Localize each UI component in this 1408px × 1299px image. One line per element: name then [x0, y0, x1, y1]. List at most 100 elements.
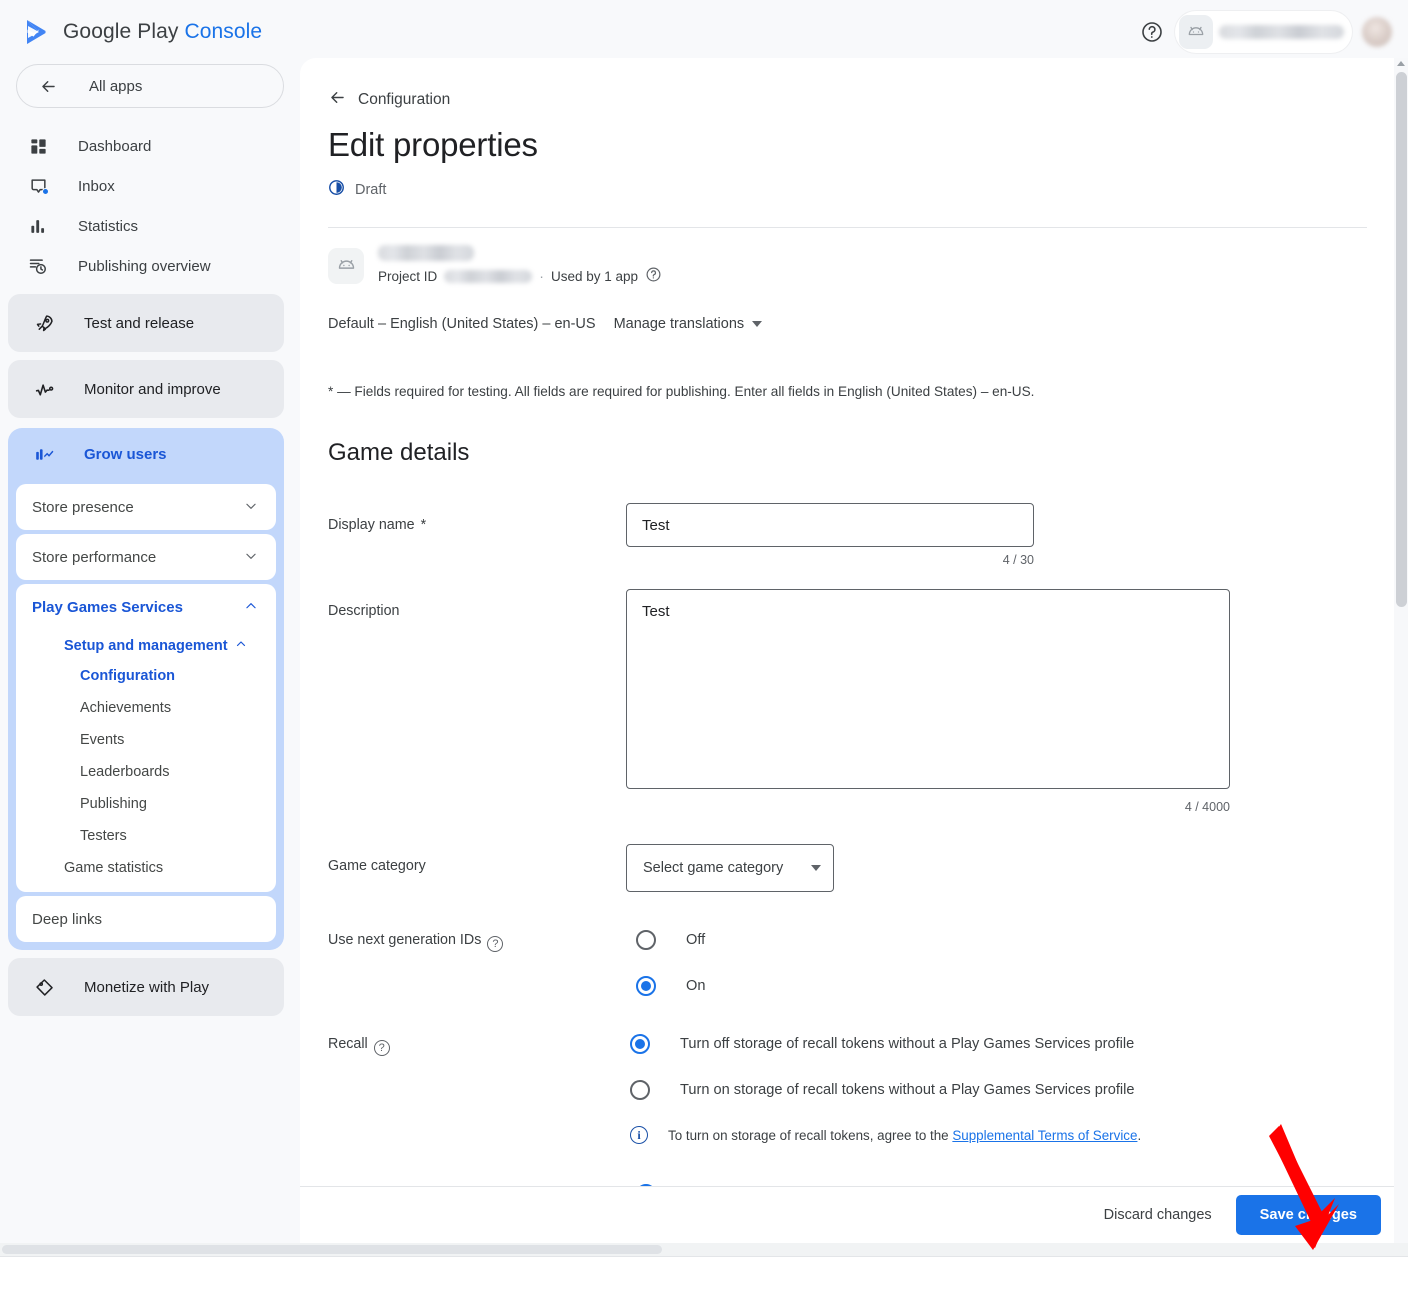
sidebar-item-label: Publishing overview — [78, 258, 211, 275]
info-circle-icon: i — [630, 1126, 648, 1144]
game-category-select[interactable]: Select game category — [626, 844, 834, 892]
sidebar-item-grow-users[interactable]: Grow users — [8, 428, 284, 480]
breadcrumb[interactable]: Configuration — [328, 88, 1395, 112]
horizontal-scrollbar-thumb[interactable] — [2, 1245, 662, 1254]
dot-separator: · — [539, 268, 544, 284]
sidebar-item-achievements[interactable]: Achievements — [16, 692, 276, 724]
help-circle-icon[interactable]: ? — [487, 936, 503, 952]
brand-logo-area[interactable]: Google Play Console — [22, 17, 262, 47]
help-circle-icon[interactable] — [1139, 19, 1165, 45]
sidebar-item-monetize-with-play[interactable]: Monetize with Play — [8, 958, 284, 1016]
radio-indicator — [636, 976, 656, 996]
field-game-category: Game category Select game category — [328, 844, 1395, 892]
dashboard-icon — [26, 137, 50, 156]
field-label: Display name* — [328, 503, 626, 567]
sidebar-item-deep-links[interactable]: Deep links — [16, 896, 276, 942]
recall-option-turn-on[interactable]: Turn on storage of recall tokens without… — [630, 1080, 1395, 1100]
radio-label: On — [686, 978, 705, 994]
field-display-name: Display name* 4 / 30 — [328, 503, 1395, 567]
next-gen-ids-option-on[interactable]: On — [636, 976, 1395, 996]
tag-icon — [32, 977, 56, 998]
sidebar-item-statistics[interactable]: Statistics — [10, 206, 284, 246]
page-title: Edit properties — [328, 126, 1395, 164]
sidebar-item-label: Play Games Services — [32, 599, 183, 616]
sidebar-group-label: Monitor and improve — [84, 381, 221, 398]
radio-indicator — [630, 1034, 650, 1054]
all-apps-label: All apps — [89, 78, 142, 95]
field-label: Use next generation IDs? — [328, 930, 626, 996]
description-counter: 4 / 4000 — [626, 800, 1230, 814]
top-bar: Google Play Console — [0, 0, 1408, 64]
breadcrumb-label: Configuration — [358, 91, 450, 109]
sidebar-item-label: Inbox — [78, 178, 115, 195]
android-app-icon — [328, 248, 364, 284]
account-name-redacted — [1219, 25, 1344, 39]
sidebar-item-publishing[interactable]: Publishing — [16, 788, 276, 820]
radio-label: Off — [686, 932, 705, 948]
inbox-icon — [26, 177, 50, 196]
sidebar-item-label: Setup and management — [64, 638, 228, 654]
field-label: Description — [328, 589, 626, 814]
help-circle-icon[interactable] — [645, 266, 662, 286]
sidebar-item-setup-and-management[interactable]: Setup and management — [16, 630, 276, 660]
manage-translations-label: Manage translations — [614, 316, 745, 332]
recall-info-text: To turn on storage of recall tokens, agr… — [668, 1128, 1141, 1143]
sidebar-subsection-store-performance: Store performance — [16, 534, 276, 580]
supplemental-terms-link[interactable]: Supplemental Terms of Service — [952, 1128, 1137, 1143]
vertical-scrollbar[interactable] — [1394, 58, 1408, 1243]
description-textarea[interactable] — [626, 589, 1230, 789]
section-title-game-details: Game details — [328, 439, 1395, 467]
sidebar-item-label: Statistics — [78, 218, 138, 235]
game-category-selected-value: Select game category — [643, 860, 783, 876]
sidebar-item-testers[interactable]: Testers — [16, 820, 276, 852]
sidebar-item-play-games-services[interactable]: Play Games Services — [16, 584, 276, 630]
sidebar-item-dashboard[interactable]: Dashboard — [10, 126, 284, 166]
recall-option-turn-off[interactable]: Turn off storage of recall tokens withou… — [630, 1034, 1395, 1054]
scroll-up-arrow-icon[interactable] — [1397, 61, 1405, 66]
sidebar-item-configuration[interactable]: Configuration — [16, 660, 276, 692]
next-gen-ids-label: Use next generation IDs — [328, 932, 481, 948]
publishing-clock-icon — [26, 256, 50, 276]
sidebar-item-label: Dashboard — [78, 138, 151, 155]
required-fields-note: * — Fields required for testing. All fie… — [328, 384, 1395, 399]
radio-label: Turn off storage of recall tokens withou… — [680, 1036, 1134, 1052]
field-recall: Recall? Turn off storage of recall token… — [328, 1034, 1395, 1144]
horizontal-scrollbar[interactable] — [0, 1243, 1408, 1256]
radio-indicator — [636, 930, 656, 950]
draft-half-circle-icon — [328, 179, 345, 201]
divider — [328, 227, 1367, 228]
sidebar-item-publishing-overview[interactable]: Publishing overview — [10, 246, 284, 286]
action-bar: Discard changes Save changes — [300, 1186, 1395, 1243]
vertical-scrollbar-thumb[interactable] — [1396, 72, 1407, 607]
sidebar-item-label: Monetize with Play — [84, 979, 209, 996]
next-gen-ids-option-off[interactable]: Off — [636, 930, 1395, 950]
save-changes-button[interactable]: Save changes — [1236, 1195, 1381, 1235]
sidebar-item-test-and-release[interactable]: Test and release — [8, 294, 284, 352]
sidebar-item-store-performance[interactable]: Store performance — [16, 534, 276, 580]
all-apps-button[interactable]: All apps — [16, 64, 284, 108]
sidebar-item-inbox[interactable]: Inbox — [10, 166, 284, 206]
main-content: Configuration Edit properties Draft — [300, 58, 1395, 1243]
brand-google-play: Google Play — [63, 20, 179, 43]
required-asterisk: * — [421, 517, 427, 533]
account-switcher-pill[interactable] — [1175, 11, 1352, 53]
locale-label: Default – English (United States) – en-U… — [328, 316, 596, 332]
display-name-counter: 4 / 30 — [626, 553, 1034, 567]
discard-changes-button[interactable]: Discard changes — [1086, 1196, 1230, 1234]
help-circle-icon[interactable]: ? — [374, 1040, 390, 1056]
sidebar-item-leaderboards[interactable]: Leaderboards — [16, 756, 276, 788]
sidebar-subsection-deep-links: Deep links — [16, 896, 276, 942]
avatar[interactable] — [1362, 17, 1392, 47]
recall-info-line: i To turn on storage of recall tokens, a… — [630, 1126, 1395, 1144]
chevron-down-icon — [244, 499, 258, 515]
sidebar-item-events[interactable]: Events — [16, 724, 276, 756]
brand-title: Google Play Console — [63, 20, 262, 44]
manage-translations-button[interactable]: Manage translations — [614, 316, 763, 332]
chevron-up-icon — [244, 599, 258, 615]
sidebar-item-monitor-and-improve[interactable]: Monitor and improve — [8, 360, 284, 418]
sidebar-item-game-statistics[interactable]: Game statistics — [16, 852, 276, 884]
sidebar-section-grow-users: Grow users Store presence Store performa… — [8, 428, 284, 950]
chevron-down-icon — [244, 549, 258, 565]
sidebar-item-store-presence[interactable]: Store presence — [16, 484, 276, 530]
display-name-input[interactable] — [626, 503, 1034, 547]
